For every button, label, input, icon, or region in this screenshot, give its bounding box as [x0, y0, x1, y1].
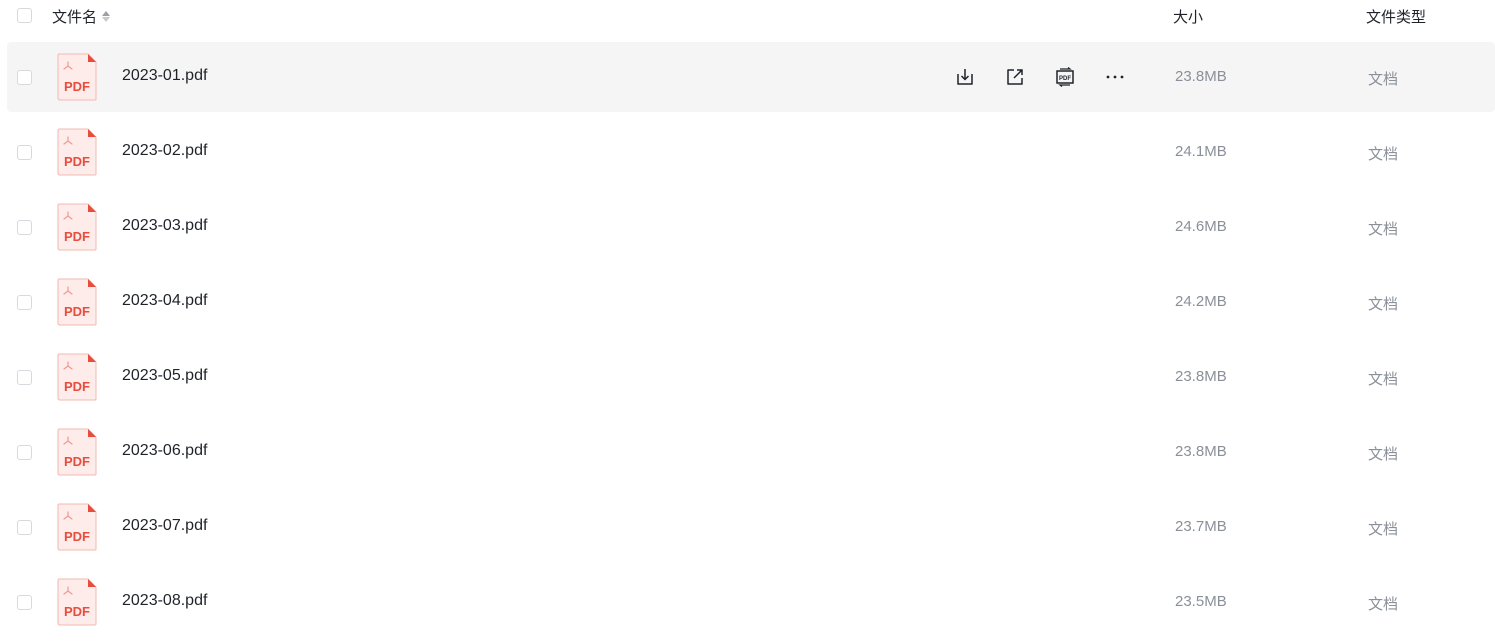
file-row[interactable]: PDF 2023-08.pdf 23.5MB 文档 — [7, 567, 1495, 637]
file-name[interactable]: 2023-04.pdf — [122, 292, 207, 310]
file-type: 文档 — [1368, 371, 1399, 388]
row-checkbox[interactable] — [17, 370, 32, 385]
file-type: 文档 — [1368, 521, 1399, 538]
file-size: 23.8MB — [1175, 368, 1227, 385]
pdf-file-icon: PDF — [57, 503, 97, 551]
file-row[interactable]: PDF 2023-04.pdf 24.2MB 文档 — [7, 267, 1495, 337]
file-name[interactable]: 2023-03.pdf — [122, 217, 207, 235]
row-checkbox[interactable] — [17, 220, 32, 235]
file-size: 23.8MB — [1175, 68, 1227, 85]
file-row[interactable]: PDF 2023-02.pdf 24.1MB 文档 — [7, 117, 1495, 187]
column-header-name-label: 文件名 — [52, 9, 98, 26]
file-size: 24.2MB — [1175, 293, 1227, 310]
row-checkbox[interactable] — [17, 295, 32, 310]
pdf-label: PDF — [64, 79, 90, 94]
column-header-name[interactable]: 文件名 — [52, 6, 111, 27]
pdf-convert-icon[interactable]: PDF — [1053, 65, 1077, 89]
pdf-label: PDF — [64, 304, 90, 319]
file-size: 24.1MB — [1175, 143, 1227, 160]
file-row[interactable]: PDF 2023-06.pdf 23.8MB 文档 — [7, 417, 1495, 487]
file-name[interactable]: 2023-06.pdf — [122, 442, 207, 460]
sort-icon[interactable] — [102, 11, 111, 23]
pdf-file-icon: PDF — [57, 128, 97, 176]
more-icon[interactable] — [1103, 65, 1127, 89]
file-type: 文档 — [1368, 296, 1399, 313]
select-all-checkbox[interactable] — [17, 8, 32, 23]
pdf-file-icon: PDF — [57, 278, 97, 326]
file-size: 23.5MB — [1175, 593, 1227, 610]
file-row[interactable]: PDF 2023-03.pdf 24.6MB 文档 — [7, 192, 1495, 262]
file-name[interactable]: 2023-07.pdf — [122, 517, 207, 535]
pdf-file-icon: PDF — [57, 353, 97, 401]
file-row[interactable]: PDF 2023-05.pdf 23.8MB 文档 — [7, 342, 1495, 412]
row-checkbox[interactable] — [17, 145, 32, 160]
file-size: 24.6MB — [1175, 218, 1227, 235]
pdf-label: PDF — [64, 529, 90, 544]
pdf-file-icon: PDF — [57, 203, 97, 251]
pdf-file-icon: PDF — [57, 53, 97, 101]
pdf-label: PDF — [64, 604, 90, 619]
file-type: 文档 — [1368, 446, 1399, 463]
file-name[interactable]: 2023-05.pdf — [122, 367, 207, 385]
svg-text:PDF: PDF — [1059, 76, 1071, 82]
row-checkbox[interactable] — [17, 70, 32, 85]
pdf-label: PDF — [64, 229, 90, 244]
pdf-label: PDF — [64, 379, 90, 394]
file-name[interactable]: 2023-01.pdf — [122, 67, 207, 85]
pdf-label: PDF — [64, 154, 90, 169]
file-size: 23.8MB — [1175, 443, 1227, 460]
download-icon[interactable] — [953, 65, 977, 89]
column-header-type[interactable]: 文件类型 — [1366, 6, 1426, 27]
row-checkbox[interactable] — [17, 445, 32, 460]
pdf-label: PDF — [64, 454, 90, 469]
row-checkbox[interactable] — [17, 595, 32, 610]
file-type: 文档 — [1368, 146, 1399, 163]
file-type: 文档 — [1368, 71, 1399, 88]
pdf-file-icon: PDF — [57, 578, 97, 626]
row-checkbox[interactable] — [17, 520, 32, 535]
file-name[interactable]: 2023-08.pdf — [122, 592, 207, 610]
file-type: 文档 — [1368, 596, 1399, 613]
file-size: 23.7MB — [1175, 518, 1227, 535]
table-header: 文件名 大小 文件类型 — [0, 0, 1495, 33]
share-icon[interactable] — [1003, 65, 1027, 89]
file-type: 文档 — [1368, 221, 1399, 238]
pdf-file-icon: PDF — [57, 428, 97, 476]
file-row[interactable]: PDF 2023-01.pdf 23.8MB 文档 PDF — [7, 42, 1495, 112]
file-name[interactable]: 2023-02.pdf — [122, 142, 207, 160]
file-row[interactable]: PDF 2023-07.pdf 23.7MB 文档 — [7, 492, 1495, 562]
column-header-size[interactable]: 大小 — [1173, 6, 1203, 27]
